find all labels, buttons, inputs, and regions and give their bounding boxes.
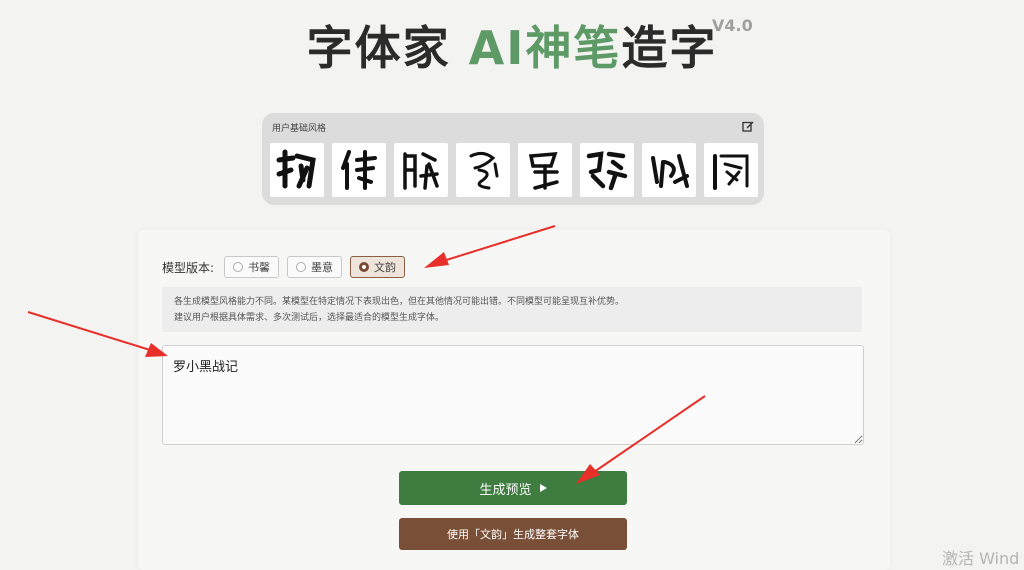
title-highlight: AI神笔 xyxy=(468,21,622,75)
calligraphy-glyph-icon xyxy=(651,154,689,188)
calligraphy-glyph-icon xyxy=(713,154,749,190)
model-option-wenyun[interactable]: 文韵 xyxy=(350,256,406,278)
play-icon xyxy=(539,484,547,492)
note-line: 各生成模型风格能力不同。某模型在特定情况下表现出色，但在其他情况可能出错。不同模… xyxy=(174,297,625,307)
title-part2: 造字 xyxy=(621,21,718,75)
calligraphy-glyph-icon xyxy=(528,152,559,190)
glyph-tile xyxy=(270,143,324,197)
glyph-tile xyxy=(332,143,386,197)
calligraphy-glyph-icon xyxy=(586,151,628,191)
glyph-tile xyxy=(456,143,510,197)
radio-icon xyxy=(296,262,307,272)
model-selector: 模型版本: 书馨 墨意 文韵 xyxy=(162,256,406,278)
model-option-moyi[interactable]: 墨意 xyxy=(287,256,343,278)
glyph-tile xyxy=(642,143,696,197)
calligraphy-glyph-icon xyxy=(341,150,377,190)
calligraphy-glyph-icon xyxy=(276,149,316,189)
model-option-shuxin[interactable]: 书馨 xyxy=(224,256,280,278)
note-line: 建议用户根据具体需求、多次测试后，选择最适合的模型生成字体。 xyxy=(174,313,445,323)
radio-icon xyxy=(233,262,244,272)
glyph-tile xyxy=(704,143,758,197)
model-label: 模型版本: xyxy=(162,260,215,275)
model-note: 各生成模型风格能力不同。某模型在特定情况下表现出色，但在其他情况可能出错。不同模… xyxy=(162,287,862,332)
calligraphy-glyph-icon xyxy=(403,152,439,190)
model-option-label: 墨意 xyxy=(311,261,334,274)
model-option-label: 书馨 xyxy=(248,261,271,274)
glyph-tile xyxy=(580,143,634,197)
glyph-tile xyxy=(518,143,572,197)
preview-button-label: 生成预览 xyxy=(479,482,532,498)
page-title: 字体家 AI神笔造字 xyxy=(0,18,1024,78)
version-badge: V4.0 xyxy=(712,16,753,35)
base-style-label: 用户基础风格 xyxy=(272,124,327,134)
radio-selected-icon xyxy=(359,262,370,272)
glyph-tile xyxy=(394,143,448,197)
edit-icon[interactable] xyxy=(742,120,754,132)
generate-full-font-button[interactable]: 使用「文韵」生成整套字体 xyxy=(399,518,627,550)
activation-watermark: 激活 Wind xyxy=(942,549,1020,568)
text-input[interactable]: 罗小黑战记 xyxy=(162,345,864,445)
calligraphy-glyph-icon xyxy=(469,151,499,190)
generate-preview-button[interactable]: 生成预览 xyxy=(399,471,627,505)
base-style-panel: 用户基础风格 xyxy=(262,113,764,205)
glyph-row xyxy=(270,143,758,197)
generator-card: 模型版本: 书馨 墨意 文韵 各生成模型风格能力不同。某模型在特定情况下表现出色… xyxy=(138,230,890,570)
model-option-label: 文韵 xyxy=(374,261,397,274)
title-part1: 字体家 xyxy=(306,21,469,75)
